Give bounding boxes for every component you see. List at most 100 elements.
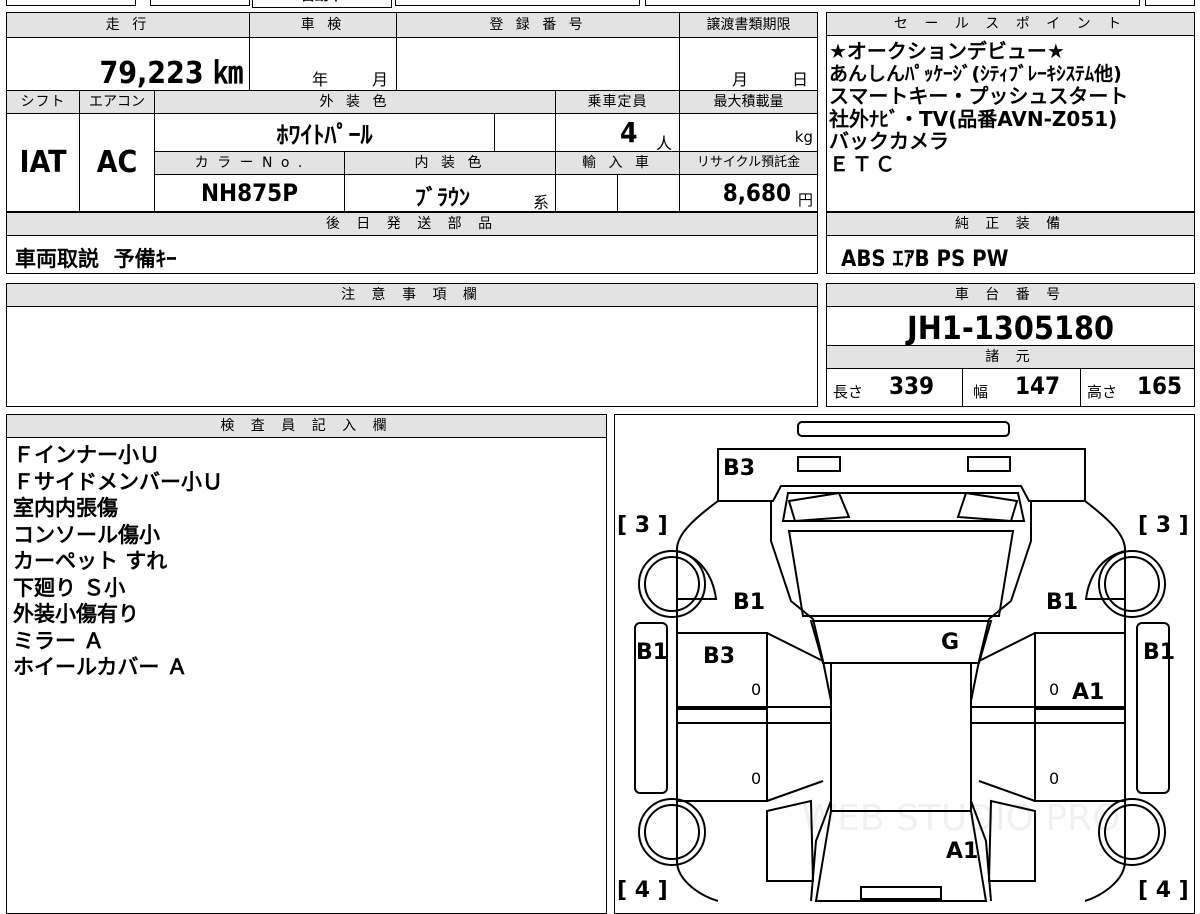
inspector-note: 室内内張傷: [13, 496, 118, 520]
exterior-color-cell: ﾎﾜｲﾄﾊﾟｰﾙ: [154, 113, 495, 152]
tire-rear-right: [ 3 ]: [1138, 513, 1189, 538]
caution-section: 注 意 事 項 欄: [6, 283, 818, 407]
sales-point-line: スマートキー・プッシュスタート: [829, 84, 1129, 108]
interior-color-cell: ﾌﾞﾗｳﾝ 系: [344, 174, 556, 212]
mark-hood: A1: [946, 839, 978, 864]
exterior-color-extra: [494, 113, 556, 152]
car-diagram-section: WEB STUDIO PRO B3 B1 B1 B1 B1 B3 G A1 A1…: [614, 414, 1195, 914]
sales-point-line: あんしんﾊﾟｯｹｰｼﾞ(ｼﾃｨﾌﾞﾚｰｷｼｽﾃﾑ他): [829, 62, 1122, 85]
registration-header: 登 録 番 号: [396, 12, 680, 38]
inspector-note: 下廻り Ｓ小: [13, 575, 126, 600]
watermark: WEB STUDIO PRO: [802, 798, 1121, 839]
transfer-month-unit: 月: [732, 70, 749, 89]
color-no-cell: NH875P: [154, 174, 345, 212]
inspector-title: 検 査 員 記 入 欄: [7, 415, 606, 438]
mark-right-rear-door: A1: [1072, 680, 1104, 705]
chassis-value: JH1-1305180: [907, 309, 1114, 347]
max-load-cell: kg: [679, 113, 818, 152]
inspector-note: コンソール傷小: [13, 522, 160, 547]
spec-length: 長さ 339: [827, 369, 963, 406]
inspector-notes: Ｆインナー小Ｕ Ｆサイドメンバー小Ｕ 室内内張傷 コンソール傷小 カーペット す…: [13, 442, 223, 681]
sales-point-line: 社外ﾅﾋﾞ・TV(品番AVN-Z051): [829, 106, 1118, 131]
later-parts-section: 後 日 発 送 部 品 車両取説 予備ｷｰ: [6, 212, 818, 274]
mark-right-rear-quarter: B1: [1046, 590, 1078, 615]
inspector-note: ミラー Ａ: [13, 628, 105, 653]
spec-length-value: 339: [889, 372, 935, 400]
interior-color-header: 内 装 色: [344, 151, 556, 175]
vehicle-info-table: 走 行 車 検 登 録 番 号 譲渡書類期限 79,223 ㎞ 年 月 月 日 …: [6, 12, 818, 212]
tire-rear-left: [ 3 ]: [617, 513, 668, 538]
inspection-month-unit: 月: [372, 70, 389, 89]
specs-row: 長さ 339 幅 147 高さ 165: [827, 369, 1194, 406]
chassis-title: 車 台 番 号: [827, 284, 1194, 307]
car-diagram: WEB STUDIO PRO B3 B1 B1 B1 B1 B3 G A1 A1…: [617, 421, 1189, 903]
recycle-unit: 円: [797, 191, 813, 209]
ac-header: エアコン: [79, 90, 155, 114]
equipment-title: 純 正 装 備: [827, 213, 1194, 236]
mark-door-zero: 0: [751, 769, 761, 788]
top-strip: 自動車: [0, 0, 1200, 8]
mark-roof: G: [941, 630, 959, 655]
shift-header: シフト: [6, 90, 80, 114]
exterior-color-header: 外 装 色: [154, 90, 556, 114]
mileage-value: 79,223 ㎞: [99, 56, 243, 91]
transfer-day-unit: 日: [792, 70, 809, 89]
recycle-fee-value: 8,680: [722, 179, 791, 207]
spec-height: 高さ 165: [1081, 369, 1194, 406]
mark-door-zero: 0: [1049, 680, 1059, 699]
inspection-cell: 年 月: [249, 37, 397, 91]
registration-cell: [396, 37, 680, 91]
mark-door-zero: 0: [751, 680, 761, 699]
spec-width: 幅 147: [963, 369, 1081, 406]
sales-point-line: バックカメラ: [829, 129, 949, 153]
capacity-value: 4: [620, 116, 638, 149]
spec-height-value: 165: [1137, 372, 1183, 400]
import-cell-a: [555, 174, 618, 212]
spec-width-label: 幅: [973, 383, 989, 401]
inspector-note: Ｆサイドメンバー小Ｕ: [13, 469, 223, 494]
sales-point-line: ＥＴＣ: [829, 151, 898, 176]
spec-length-label: 長さ: [833, 383, 864, 401]
shift-cell: IAT: [6, 113, 80, 212]
inspection-header: 車 検: [249, 12, 397, 38]
color-no-value: NH875P: [200, 179, 299, 207]
equipment-value: ABS ｴｱB PS PW: [841, 247, 1009, 272]
import-header: 輸 入 車: [555, 151, 680, 175]
top-strip-label: 自動車: [252, 0, 392, 8]
mark-left-rear-door: B3: [703, 644, 735, 669]
sales-point-line: ★オークションデビュー★: [829, 39, 1065, 63]
transfer-cell: 月 日: [679, 37, 818, 91]
sales-points-list: ★オークションデビュー★ あんしんﾊﾟｯｹｰｼﾞ(ｼﾃｨﾌﾞﾚｰｷｼｽﾃﾑ他) …: [829, 40, 1128, 175]
inspector-section: 検 査 員 記 入 欄 Ｆインナー小Ｕ Ｆサイドメンバー小Ｕ 室内内張傷 コンソ…: [6, 414, 607, 914]
interior-color-value: ﾌﾞﾗｳﾝ: [415, 186, 471, 211]
ac-value: AC: [96, 145, 138, 180]
sales-points-title: セ ー ル ス ポ イ ン ト: [827, 13, 1194, 36]
mileage-header: 走 行: [6, 12, 250, 38]
capacity-cell: 4 人: [555, 113, 680, 153]
max-load-header: 最大積載量: [679, 90, 818, 114]
import-cell-b: [617, 174, 680, 212]
caution-title: 注 意 事 項 欄: [7, 284, 817, 307]
spec-width-value: 147: [1015, 372, 1061, 400]
ac-cell: AC: [79, 113, 155, 212]
mark-left-pillar: B1: [636, 640, 668, 665]
spec-height-label: 高さ: [1087, 383, 1118, 401]
tire-front-right: [ 4 ]: [1138, 878, 1189, 903]
later-parts-title: 後 日 発 送 部 品: [7, 213, 817, 236]
inspector-note: Ｆインナー小Ｕ: [13, 443, 160, 467]
sales-points-section: セ ー ル ス ポ イ ン ト ★オークションデビュー★ あんしんﾊﾟｯｹｰｼﾞ…: [826, 12, 1195, 212]
exterior-color-value: ﾎﾜｲﾄﾊﾟｰﾙ: [276, 121, 373, 149]
recycle-cell: 8,680 円: [679, 174, 818, 212]
mark-left-rear-quarter: B1: [733, 590, 765, 615]
recycle-header: リサイクル預託金: [679, 151, 818, 175]
mileage-cell: 79,223 ㎞: [6, 37, 250, 91]
equipment-section: 純 正 装 備 ABS ｴｱB PS PW: [826, 212, 1195, 274]
chassis-section: 車 台 番 号 JH1-1305180 諸 元 長さ 339 幅 147 高さ …: [826, 283, 1195, 407]
inspection-year-unit: 年: [312, 70, 329, 89]
capacity-header: 乗車定員: [555, 90, 680, 114]
shift-value: IAT: [19, 145, 67, 180]
later-parts-value: 車両取説 予備ｷｰ: [15, 247, 177, 271]
mark-door-zero: 0: [1049, 769, 1059, 788]
mark-right-pillar: B1: [1143, 640, 1175, 665]
inspector-note: カーペット すれ: [13, 549, 168, 573]
